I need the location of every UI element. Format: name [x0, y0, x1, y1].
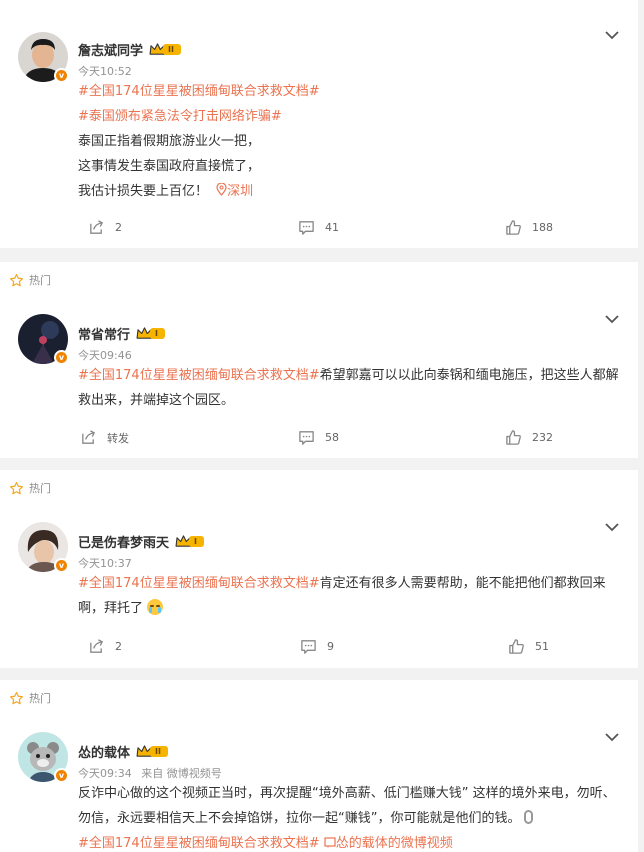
comment-card: 热门 v 詹志斌同学 II 今天10:52 #全国174位星星被困缅甸联合求救文… [0, 0, 638, 248]
thumbs-up-icon [509, 639, 524, 654]
share-button[interactable]: 转发 [80, 429, 129, 446]
post-text: #全国174位星星被困缅甸联合求救文档#肯定还有很多人需要帮助，能不能把他们都救… [78, 571, 620, 621]
comment-card: 热门 v 怂的载体 II 今天09:34 来自 微博视频号 反诈中心做的这个视频… [0, 680, 638, 852]
post-source[interactable]: 来自 微博视频号 [141, 767, 222, 780]
thumbs-up-icon [506, 220, 521, 235]
share-icon [90, 220, 104, 234]
username-text[interactable]: 怂的载体 [78, 742, 130, 761]
video-link[interactable]: 怂的载体的微博视频 [324, 836, 453, 851]
post-text: #全国174位星星被困缅甸联合求救文档# #泰国颁布紧急法令打击网络诈骗# 泰国… [78, 79, 620, 204]
location-pin-icon [216, 182, 227, 196]
post-time: 今天09:34 [78, 767, 132, 780]
comment-icon [299, 431, 314, 445]
text-line: 泰国正指着假期旅游业火一把， [78, 134, 261, 149]
comment-feed: 热门 v 詹志斌同学 II 今天10:52 #全国174位星星被困缅甸联合求救文… [0, 0, 638, 852]
hot-label: 热门 [9, 480, 51, 496]
text-line: 这事情发生泰国政府直接慌了， [78, 159, 261, 174]
username[interactable]: 已是伤春梦雨天 I [78, 532, 204, 551]
hot-label: 热门 [9, 272, 51, 288]
action-bar: 转发 58 232 [0, 429, 638, 449]
chevron-down-icon[interactable] [604, 732, 620, 742]
vip-crown-badge: II [149, 43, 181, 57]
vip-crown-badge: I [136, 327, 165, 341]
text-line: 我估计损失要上百亿！ [78, 184, 209, 199]
microphone-icon [524, 810, 534, 824]
hashtag-link[interactable]: #泰国颁布紧急法令打击网络诈骗# [78, 109, 282, 124]
post-text: #全国174位星星被困缅甸联合求救文档#希望郭嘉可以以此向泰锅和缅电施压，把这些… [78, 363, 620, 413]
vip-level: II [163, 44, 181, 55]
chevron-down-icon[interactable] [604, 522, 620, 532]
thumbs-up-icon [506, 430, 521, 445]
comment-button[interactable]: 41 [298, 219, 339, 236]
chevron-down-icon[interactable] [604, 30, 620, 40]
post-time: 今天10:52 [78, 65, 132, 78]
share-label: 转发 [107, 431, 129, 445]
share-count: 2 [115, 221, 122, 234]
vip-level: I [150, 328, 165, 339]
comment-button[interactable]: 58 [298, 429, 339, 446]
post-time: 今天10:37 [78, 557, 132, 570]
video-link-text[interactable]: 怂的载体的微博视频 [336, 836, 453, 851]
star-icon [10, 691, 23, 704]
share-button[interactable]: 2 [88, 219, 122, 236]
hashtag-link[interactable]: #全国174位星星被困缅甸联合求救文档# [78, 84, 320, 99]
vip-level: II [150, 746, 168, 757]
location-link[interactable]: 深圳 [212, 182, 253, 199]
verified-badge: v [54, 68, 69, 83]
username-text[interactable]: 詹志斌同学 [78, 40, 143, 59]
comment-count: 58 [325, 431, 339, 444]
share-icon [82, 430, 96, 444]
hot-label: 热门 [9, 690, 51, 706]
hashtag-link[interactable]: #全国174位星星被困缅甸联合求救文档# [78, 368, 320, 383]
verified-badge: v [54, 350, 69, 365]
hot-text: 热门 [29, 482, 51, 495]
like-count: 51 [535, 640, 549, 653]
share-icon [90, 639, 104, 653]
hashtag-link[interactable]: #全国174位星星被困缅甸联合求救文档# [78, 576, 320, 591]
crying-emoji-icon [147, 599, 164, 615]
post-body: 反诈中心做的这个视频正当时，再次提醒“境外高薪、低门槛赚大钱” 这样的境外来电，… [78, 786, 616, 826]
username[interactable]: 常省常行 I [78, 324, 165, 343]
vip-crown-badge: I [175, 535, 204, 549]
like-button[interactable]: 51 [508, 638, 549, 655]
comment-card: 热门 v 常省常行 I 今天09:46 #全国174位星星被困缅甸联合求救文档#… [0, 262, 638, 458]
like-count: 232 [532, 431, 553, 444]
username[interactable]: 詹志斌同学 II [78, 40, 181, 59]
post-meta: 今天09:34 来自 微博视频号 [78, 765, 222, 781]
chevron-down-icon[interactable] [604, 314, 620, 324]
username-text[interactable]: 常省常行 [78, 324, 130, 343]
comment-count: 41 [325, 221, 339, 234]
comment-count: 9 [327, 640, 334, 653]
like-count: 188 [532, 221, 553, 234]
username-text[interactable]: 已是伤春梦雨天 [78, 532, 169, 551]
hot-text: 热门 [29, 274, 51, 287]
like-button[interactable]: 232 [505, 429, 553, 446]
location-text[interactable]: 深圳 [227, 184, 253, 199]
comment-icon [301, 640, 316, 654]
verified-badge: v [54, 768, 69, 783]
star-icon [10, 273, 23, 286]
star-icon [10, 481, 23, 494]
comment-icon [299, 221, 314, 235]
vip-level: I [189, 536, 204, 547]
post-text: 反诈中心做的这个视频正当时，再次提醒“境外高薪、低门槛赚大钱” 这样的境外来电，… [78, 781, 620, 852]
hot-text: 热门 [29, 692, 51, 705]
username[interactable]: 怂的载体 II [78, 742, 168, 761]
hashtag-link[interactable]: #全国174位星星被困缅甸联合求救文档# [78, 836, 320, 851]
comment-card: 热门 v 已是伤春梦雨天 I 今天10:37 #全国174位星星被困缅甸联合求救… [0, 470, 638, 668]
action-bar: 2 41 188 [0, 219, 638, 239]
like-button[interactable]: 188 [505, 219, 553, 236]
action-bar: 2 9 51 [0, 638, 638, 658]
share-button[interactable]: 2 [88, 638, 122, 655]
verified-badge: v [54, 558, 69, 573]
post-time: 今天09:46 [78, 349, 132, 362]
share-count: 2 [115, 640, 122, 653]
comment-button[interactable]: 9 [300, 638, 334, 655]
video-link-icon [324, 837, 336, 848]
vip-crown-badge: II [136, 745, 168, 759]
